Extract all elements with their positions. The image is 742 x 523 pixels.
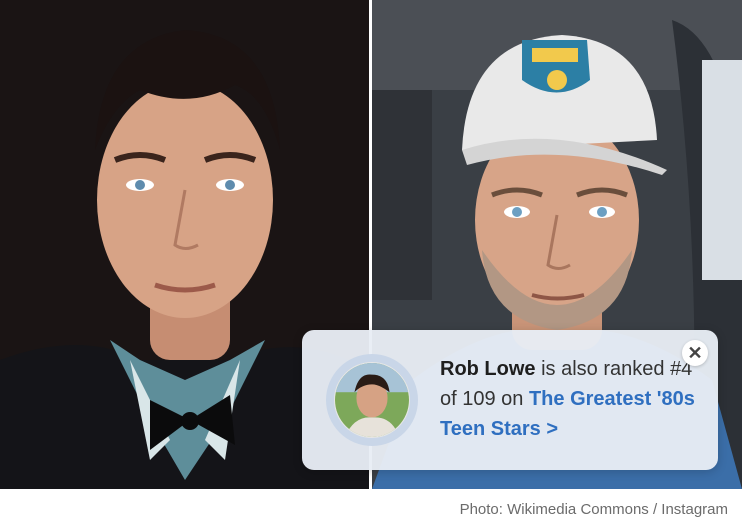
photo-credit-caption: Photo: Wikimedia Commons / Instagram — [459, 501, 728, 518]
close-icon: ✕ — [687, 343, 703, 363]
ranking-card[interactable]: Rob Lowe is also ranked #4 of 109 on The… — [302, 330, 718, 470]
ranking-text-on: on — [495, 388, 529, 410]
photo-comparison: Rob Lowe is also ranked #4 of 109 on The… — [0, 0, 742, 523]
close-button[interactable]: ✕ — [682, 340, 708, 366]
avatar[interactable] — [334, 362, 410, 438]
ranking-text-middle: is also ranked — [535, 358, 671, 380]
avatar-ring — [326, 354, 418, 446]
ranking-text: Rob Lowe is also ranked #4 of 109 on The… — [440, 354, 702, 444]
celebrity-name[interactable]: Rob Lowe — [440, 358, 536, 380]
